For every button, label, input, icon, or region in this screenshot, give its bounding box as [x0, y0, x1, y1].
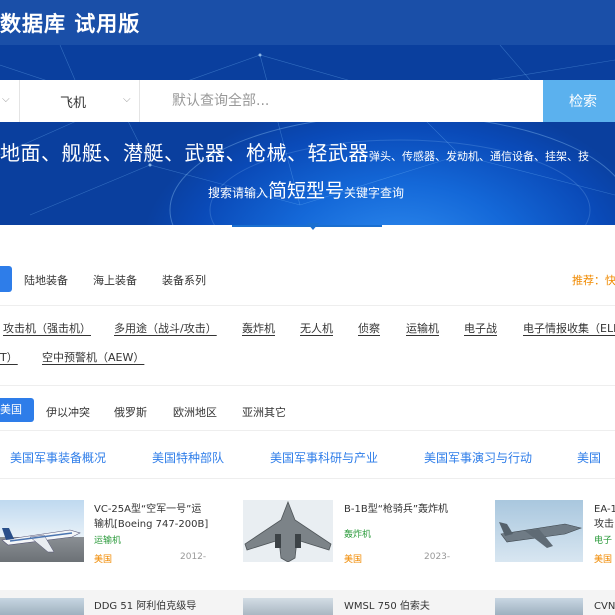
subcat-elint-cont[interactable]: T） [0, 349, 18, 365]
chevron-down-icon: ⌵ [123, 94, 131, 105]
card-year: 2023- [424, 552, 451, 562]
aircraft-subcategories-row2: T） 空中预警机（AEW） [0, 349, 615, 369]
site-title: 数据库 试用版 [0, 12, 141, 36]
hero-categories: 地面、舰艇、潜艇、武器、枪械、轻武器弹头、传感器、发动机、通信设备、挂架、技 [0, 137, 589, 166]
search-button[interactable]: 检索 [543, 80, 615, 122]
subcat-ew[interactable]: 电子战 [464, 320, 497, 336]
aircraft-subcategories: 攻击机（强击机） 多用途（战斗/攻击） 轰炸机 无人机 侦察 运输机 电子战 电… [0, 320, 615, 340]
plane-image [1, 528, 81, 553]
subcat-recon[interactable]: 侦察 [358, 320, 380, 336]
topic-special-forces[interactable]: 美国特种部队 [152, 449, 224, 466]
region-tab-usa[interactable]: 美国 [0, 398, 34, 422]
card-title-line2[interactable]: 攻击 [594, 517, 614, 532]
divider [0, 430, 615, 431]
subcat-multirole[interactable]: 多用途（战斗/攻击） [114, 320, 217, 336]
plane-image [244, 500, 332, 562]
tab-sea[interactable]: 海上装备 [93, 272, 137, 288]
region-tab-russia[interactable]: 俄罗斯 [114, 404, 147, 420]
hint-prefix: 搜索请输入 [208, 186, 269, 200]
card-country: 美国 [594, 555, 613, 565]
hint-emphasis: 简短型号 [268, 180, 345, 202]
card-image-ea18[interactable] [495, 500, 583, 562]
tab-series[interactable]: 装备系列 [162, 272, 206, 288]
top-header: 数据库 试用版 [0, 0, 615, 45]
card-title-line1[interactable]: B-1B型“枪骑兵”轰炸机 [344, 502, 448, 517]
region-tab-asia[interactable]: 亚洲其它 [242, 404, 286, 420]
region-tab-europe[interactable]: 欧洲地区 [173, 404, 217, 420]
categories-more: 弹头、传感器、发动机、通信设备、挂架、技 [369, 150, 589, 163]
subcat-aew[interactable]: 空中预警机（AEW） [42, 349, 144, 365]
search-bar: ⌵ 飞机 ⌵ 检索 [0, 80, 615, 122]
card-image-b1b[interactable] [243, 500, 333, 562]
card-title-line2[interactable]: 输机[Boeing 747-200B] [94, 517, 208, 532]
region-tab-israel-conflict[interactable]: 伊以冲突 [46, 404, 90, 420]
divider [0, 385, 615, 386]
card-image-wmsl750[interactable] [243, 598, 333, 615]
topic-more[interactable]: 美国 [577, 449, 601, 466]
card-title-line1[interactable]: EA-1 [594, 502, 615, 517]
tab-land[interactable]: 陆地装备 [24, 272, 68, 288]
topic-equipment-overview[interactable]: 美国军事装备概况 [10, 449, 106, 466]
equipment-tabs: 陆地装备 海上装备 装备系列 推荐：快 [0, 266, 615, 292]
card-title-line1[interactable]: VC-25A型“空军一号”运 [94, 502, 201, 517]
card-year: 2012- [180, 552, 207, 562]
categories-main: 地面、舰艇、潜艇、武器、枪械、轻武器 [0, 141, 369, 165]
card-image-ddg51[interactable] [0, 598, 84, 615]
search-hint: 搜索请输入简短型号关键字查询 [208, 176, 404, 203]
subcat-bomber[interactable]: 轰炸机 [242, 320, 275, 336]
card-title-row2[interactable]: DDG 51 阿利伯克级导 [94, 599, 196, 614]
subcat-transport[interactable]: 运输机 [406, 320, 439, 336]
card-title-row2[interactable]: WMSL 750 伯索夫 [344, 599, 430, 614]
card-country: 美国 [344, 555, 363, 565]
category-select[interactable]: ⌵ [0, 80, 20, 122]
card-type: 电子 [594, 536, 613, 546]
hint-suffix: 关键字查询 [344, 186, 405, 200]
subcat-attack[interactable]: 攻击机（强击机） [3, 320, 91, 336]
search-input[interactable] [140, 80, 543, 122]
card-title-row2[interactable]: CVN [594, 599, 615, 614]
card-type: 轰炸机 [344, 530, 372, 540]
topic-research-industry[interactable]: 美国军事科研与产业 [270, 449, 378, 466]
card-country: 美国 [94, 555, 113, 565]
recommend-link[interactable]: 推荐：快 [572, 272, 615, 288]
card-image-cvn[interactable] [495, 598, 583, 615]
subcat-elint[interactable]: 电子情报收集（ELI [523, 320, 615, 336]
divider [0, 305, 615, 306]
type-select-value: 飞机 [60, 95, 87, 111]
card-type: 运输机 [94, 536, 122, 546]
chevron-down-icon: ⌵ [2, 94, 10, 105]
card-image-vc25a[interactable] [0, 500, 84, 562]
type-select[interactable]: 飞机 ⌵ [20, 80, 140, 122]
tab-active[interactable] [0, 266, 12, 292]
topic-exercises[interactable]: 美国军事演习与行动 [424, 449, 532, 466]
subcat-uav[interactable]: 无人机 [300, 320, 333, 336]
plane-image [499, 522, 583, 548]
divider [0, 478, 615, 479]
pointer-triangle-icon [307, 223, 319, 230]
